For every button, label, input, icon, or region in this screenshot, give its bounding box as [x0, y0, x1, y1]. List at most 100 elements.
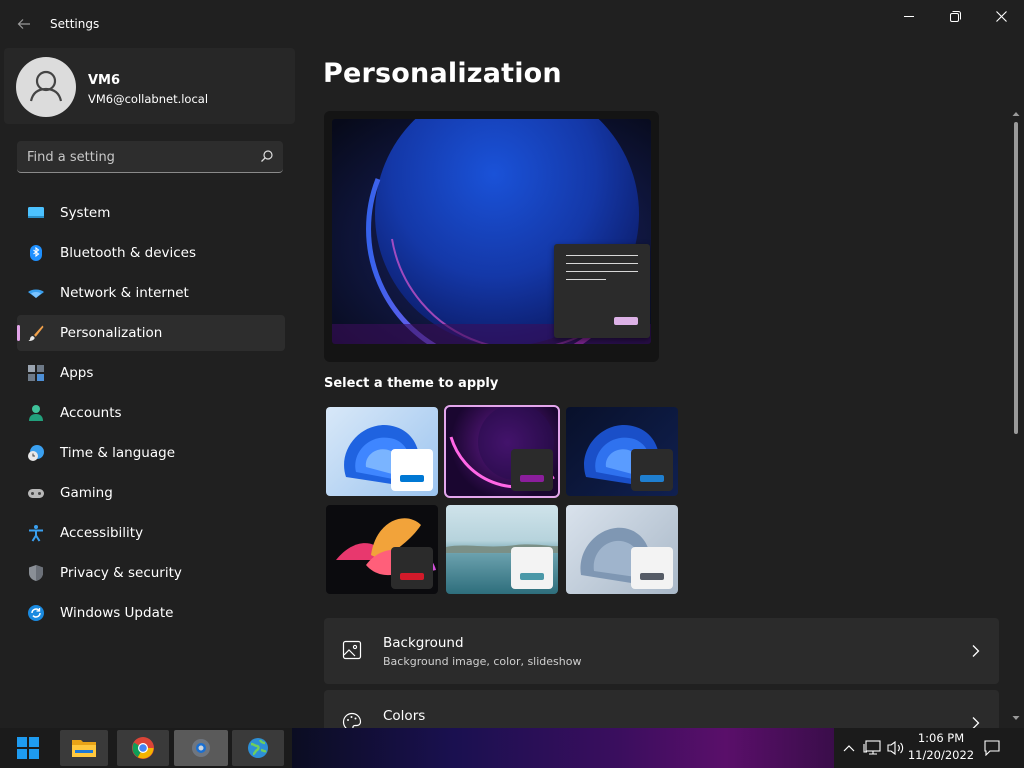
sidebar-item-label: Apps — [60, 365, 94, 381]
scroll-down-icon — [1012, 716, 1020, 720]
themes-heading: Select a theme to apply — [324, 376, 499, 391]
sidebar-item-apps[interactable]: Apps — [17, 355, 285, 391]
theme-windows-light[interactable] — [326, 407, 438, 496]
theme-card — [391, 449, 433, 491]
page-title: Personalization — [323, 58, 562, 89]
preview-accent-button — [614, 317, 638, 325]
theme-sunrise[interactable] — [446, 505, 558, 594]
back-arrow-icon — [17, 19, 30, 29]
notifications-button[interactable] — [980, 728, 1004, 768]
sidebar-item-windows-update[interactable]: Windows Update — [17, 595, 285, 631]
theme-preview — [324, 111, 659, 362]
file-explorer-icon — [72, 740, 96, 757]
close-button[interactable] — [978, 0, 1024, 32]
gamepad-icon — [28, 489, 44, 498]
settings-app-icon — [192, 739, 210, 757]
palette-icon — [342, 712, 362, 728]
card-title: Colors — [383, 708, 426, 724]
sidebar-item-label: Network & internet — [60, 285, 189, 301]
wifi-icon — [28, 289, 44, 298]
avatar[interactable] — [16, 57, 76, 117]
start-button[interactable] — [4, 730, 52, 766]
sidebar-item-label: Personalization — [60, 325, 163, 341]
taskbar-settings[interactable] — [174, 730, 228, 766]
clock-time[interactable]: 1:06 PM — [910, 731, 972, 745]
theme-card — [631, 449, 673, 491]
sidebar-item-label: Accounts — [60, 405, 122, 421]
sidebar-item-label: Time & language — [60, 445, 176, 461]
sidebar-nav: System Bluetooth & devices Network & int… — [17, 195, 285, 635]
network-icon — [863, 740, 881, 755]
brush-icon — [28, 325, 44, 341]
sidebar-item-label: Privacy & security — [60, 565, 182, 581]
search-input[interactable]: Find a setting — [17, 141, 283, 173]
network-tray-button[interactable] — [861, 728, 883, 768]
title-bar: Settings — [0, 0, 1024, 48]
volume-icon — [887, 740, 904, 756]
minimize-icon — [904, 16, 914, 17]
background-setting-card[interactable]: Background Background image, color, slid… — [324, 618, 999, 684]
update-icon — [28, 605, 44, 621]
search-icon — [261, 150, 273, 162]
minimize-button[interactable] — [886, 0, 932, 32]
theme-windows-dark[interactable] — [566, 407, 678, 496]
user-silhouette-icon — [29, 70, 63, 102]
sidebar-item-system[interactable]: System — [17, 195, 285, 231]
sidebar-item-accounts[interactable]: Accounts — [17, 395, 285, 431]
restore-icon — [949, 10, 961, 22]
apps-icon — [28, 365, 44, 381]
taskbar-file-explorer[interactable] — [60, 730, 108, 766]
image-icon — [342, 640, 362, 660]
theme-card — [391, 547, 433, 589]
theme-card — [511, 547, 553, 589]
scrollbar-thumb[interactable] — [1014, 122, 1018, 434]
volume-tray-button[interactable] — [885, 728, 907, 768]
accessibility-icon — [29, 525, 43, 542]
settings-window: Settings VM6 VM6@collabnet.local Find a … — [0, 0, 1024, 728]
sidebar-item-gaming[interactable]: Gaming — [17, 475, 285, 511]
taskbar-chrome[interactable] — [117, 730, 169, 766]
notification-icon — [984, 740, 1000, 756]
start-icon — [17, 737, 39, 759]
theme-flow[interactable] — [566, 505, 678, 594]
system-icon — [28, 207, 44, 218]
sidebar-item-personalization[interactable]: Personalization — [17, 315, 285, 351]
taskbar: 1:06 PM 11/20/2022 — [0, 728, 1024, 768]
chevron-right-icon — [972, 717, 980, 728]
colors-setting-card[interactable]: Colors — [324, 690, 999, 728]
sidebar-item-label: Accessibility — [60, 525, 144, 541]
clock-date[interactable]: 11/20/2022 — [906, 748, 976, 762]
chevron-right-icon — [972, 645, 980, 657]
preview-window — [554, 244, 650, 338]
shield-icon — [29, 565, 43, 581]
sidebar-item-label: System — [60, 205, 111, 221]
clock-globe-icon — [28, 445, 44, 461]
globe-app-icon — [248, 738, 268, 758]
preview-wallpaper — [332, 119, 651, 344]
scroll-up-icon — [1012, 112, 1020, 116]
theme-captured-motion[interactable] — [326, 505, 438, 594]
taskbar-globe-app[interactable] — [232, 730, 284, 766]
show-hidden-icons-button[interactable] — [838, 728, 860, 768]
sidebar-item-bluetooth[interactable]: Bluetooth & devices — [17, 235, 285, 271]
scrollbar[interactable] — [1012, 110, 1020, 727]
user-profile[interactable]: VM6 VM6@collabnet.local — [4, 48, 295, 124]
sidebar-item-network[interactable]: Network & internet — [17, 275, 285, 311]
search-placeholder: Find a setting — [27, 150, 115, 165]
chevron-up-icon — [843, 745, 855, 752]
taskbar-wallpaper-strip — [292, 728, 834, 768]
sidebar-item-privacy[interactable]: Privacy & security — [17, 555, 285, 591]
card-title: Background — [383, 635, 464, 651]
app-title: Settings — [50, 17, 100, 31]
sidebar-item-time-language[interactable]: Time & language — [17, 435, 285, 471]
sidebar-item-accessibility[interactable]: Accessibility — [17, 515, 285, 551]
user-name: VM6 — [88, 73, 121, 88]
back-button[interactable] — [10, 10, 38, 38]
maximize-button[interactable] — [932, 0, 978, 32]
chrome-icon — [132, 737, 154, 759]
user-email: VM6@collabnet.local — [88, 92, 209, 106]
theme-glow[interactable] — [444, 405, 560, 498]
person-icon — [29, 405, 43, 421]
card-subtitle: Background image, color, slideshow — [383, 655, 582, 668]
theme-card — [511, 449, 553, 491]
